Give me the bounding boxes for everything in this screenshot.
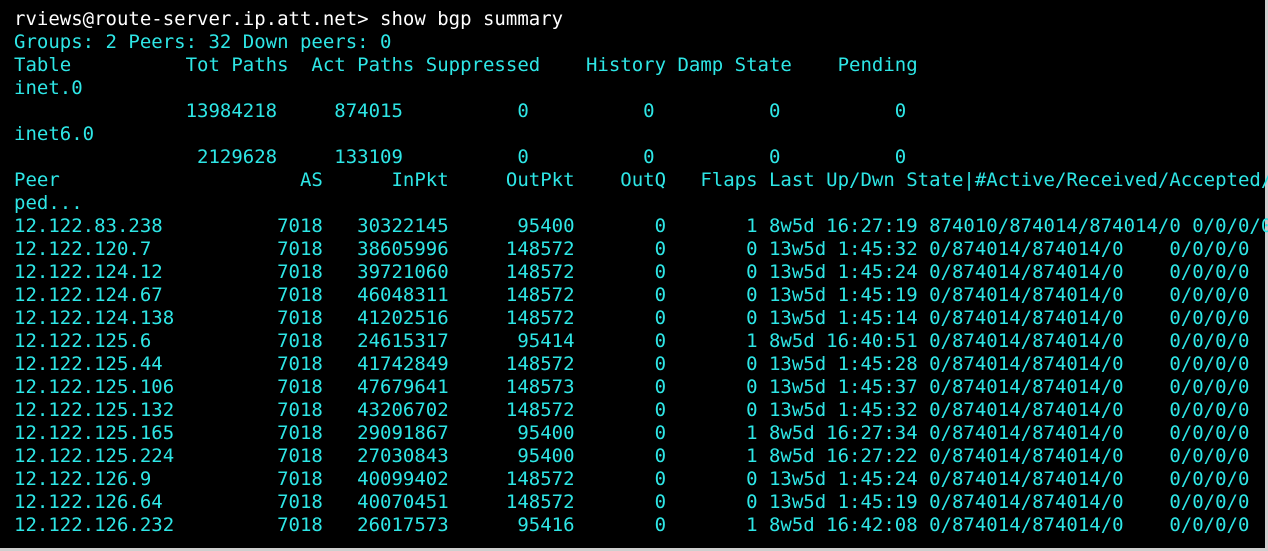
table-header-line: Table Tot Paths Act Paths Suppressed His… [14, 54, 918, 76]
terminal-window[interactable]: rviews@route-server.ip.att.net> show bgp… [0, 0, 1268, 551]
table-name-inet: inet.0 [14, 77, 83, 99]
peer-row: 12.122.125.224 7018 27030843 95400 0 1 8… [14, 445, 1250, 467]
peer-row: 12.122.125.165 7018 29091867 95400 0 1 8… [14, 422, 1250, 444]
peer-row: 12.122.83.238 7018 30322145 95400 0 1 8w… [14, 215, 1268, 237]
peer-row: 12.122.124.67 7018 46048311 148572 0 0 1… [14, 284, 1250, 306]
peer-row: 12.122.126.64 7018 40070451 148572 0 0 1… [14, 491, 1250, 513]
table-name-inet6: inet6.0 [14, 123, 95, 145]
groups-summary-line: Groups: 2 Peers: 32 Down peers: 0 [14, 31, 392, 53]
command-prompt: rviews@route-server.ip.att.net> show bgp… [14, 8, 564, 30]
peer-row: 12.122.124.12 7018 39721060 148572 0 0 1… [14, 261, 1250, 283]
peer-row: 12.122.125.106 7018 47679641 148573 0 0 … [14, 376, 1250, 398]
peer-row: 12.122.124.138 7018 41202516 148572 0 0 … [14, 307, 1250, 329]
peer-header-wrap-line: ped... [14, 192, 83, 214]
peer-row: 12.122.126.9 7018 40099402 148572 0 0 13… [14, 468, 1250, 490]
peer-header-line: Peer AS InPkt OutPkt OutQ Flaps Last Up/… [14, 169, 1268, 191]
table-stats-inet: 13984218 874015 0 0 0 0 [14, 100, 907, 122]
peer-row: 12.122.125.6 7018 24615317 95414 0 1 8w5… [14, 330, 1250, 352]
peer-row: 12.122.126.232 7018 26017573 95416 0 1 8… [14, 514, 1250, 536]
peer-row: 12.122.125.132 7018 43206702 148572 0 0 … [14, 399, 1250, 421]
table-stats-inet6: 2129628 133109 0 0 0 0 [14, 146, 907, 168]
peer-row: 12.122.125.44 7018 41742849 148572 0 0 1… [14, 353, 1250, 375]
peer-row: 12.122.120.7 7018 38605996 148572 0 0 13… [14, 238, 1250, 260]
